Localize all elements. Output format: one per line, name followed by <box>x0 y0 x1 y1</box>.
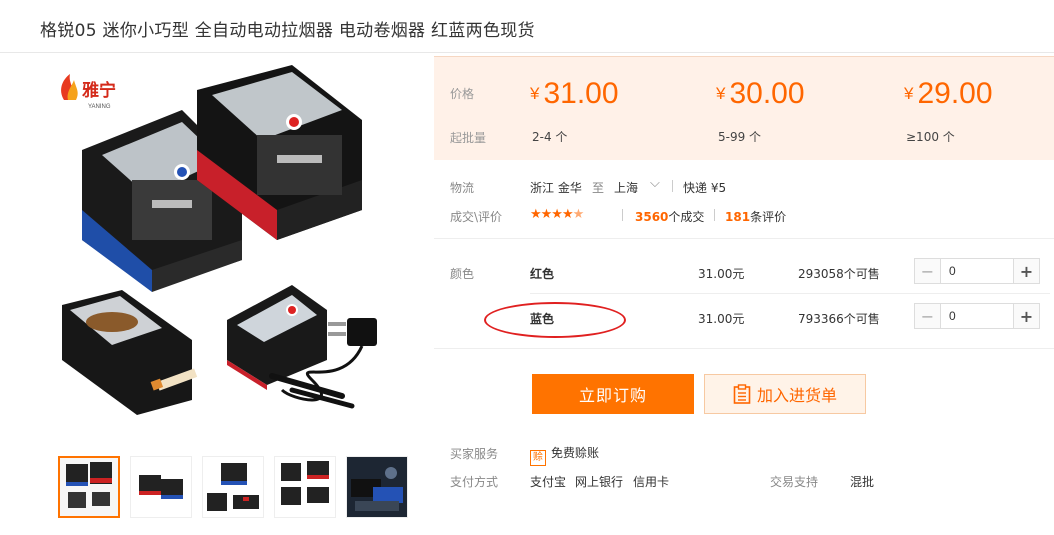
color-option-red: 红色 <box>530 267 555 281</box>
thumbnail-1[interactable] <box>58 456 120 518</box>
product-title: 格锐05 迷你小巧型 全自动电动拉烟器 电动卷烟器 红蓝两色现货 <box>40 21 535 41</box>
rating-stars-icon: ★★★★★ <box>530 207 584 222</box>
credit-badge-icon: 赊 <box>530 450 546 466</box>
trade-support-label: 交易支持 <box>770 475 819 489</box>
decrement-button[interactable]: − <box>915 304 941 328</box>
increment-button[interactable]: + <box>1013 304 1039 328</box>
machine-front-left <box>62 290 198 415</box>
main-product-image[interactable]: 雅宁 YANING <box>42 60 414 430</box>
divider <box>0 52 1054 53</box>
buyer-service-label: 买家服务 <box>450 447 499 461</box>
payment-credit-card: 信用卡 <box>633 475 670 489</box>
price-box: 价格 起批量 ¥31.00 2-4 个 ¥30.00 5-99 个 ¥29.00… <box>434 56 1054 160</box>
review-count[interactable]: 181条评价 <box>725 208 786 225</box>
increment-button[interactable]: + <box>1013 259 1039 283</box>
color-option-red-stock: 293058个可售 <box>798 267 880 281</box>
reviews-label: 成交\评价 <box>450 210 503 224</box>
color-option-red-price: 31.00元 <box>698 267 745 281</box>
divider <box>434 238 1054 239</box>
trade-support-value: 混批 <box>850 475 875 489</box>
quantity-stepper-blue: − + <box>914 303 1040 329</box>
divider <box>714 209 715 221</box>
decrement-button[interactable]: − <box>915 259 941 283</box>
highlight-annotation-oval <box>484 302 626 338</box>
shipping-fee: 快递 ¥5 <box>683 181 727 195</box>
logistics-from: 浙江 金华 <box>530 181 582 195</box>
thumbnail-5[interactable] <box>346 456 408 518</box>
price-tier-1: ¥31.00 <box>530 77 619 110</box>
quantity-input-blue[interactable] <box>941 304 1013 328</box>
payment-label: 支付方式 <box>450 475 499 489</box>
add-to-cart-label: 加入进货单 <box>756 386 837 405</box>
logistics-to-word: 至 <box>592 181 605 195</box>
quantity-stepper-red: − + <box>914 258 1040 284</box>
thumbnail-2[interactable] <box>130 456 192 518</box>
deals-count[interactable]: 3560个成交 <box>635 208 704 225</box>
divider <box>530 293 1050 294</box>
brand-logo: 雅宁 YANING <box>61 74 116 110</box>
logistics-label: 物流 <box>450 181 475 195</box>
divider <box>622 209 623 221</box>
quantity-input-red[interactable] <box>941 259 1013 283</box>
price-tier-3: ¥29.00 <box>904 77 993 110</box>
chevron-down-icon[interactable]: ⌵ <box>650 176 660 191</box>
payment-alipay: 支付宝 <box>530 475 567 489</box>
thumbnail-4[interactable] <box>274 456 336 518</box>
credit-service[interactable]: 赊免费赊账 <box>530 444 599 466</box>
brand-name: 雅宁 <box>81 80 116 100</box>
machine-front-right <box>227 285 327 390</box>
qty-tier-1: 2-4 个 <box>532 130 568 144</box>
payment-online-bank: 网上银行 <box>575 475 624 489</box>
clipboard-list-icon <box>733 384 751 404</box>
color-label: 颜色 <box>450 267 475 281</box>
color-option-blue-stock: 793366个可售 <box>798 312 880 326</box>
divider <box>434 348 1054 349</box>
qty-tier-2: 5-99 个 <box>718 130 762 144</box>
logistics-destination[interactable]: 上海 <box>614 179 638 196</box>
color-option-blue-price: 31.00元 <box>698 312 745 326</box>
price-tier-2: ¥30.00 <box>716 77 805 110</box>
price-label: 价格 <box>450 87 475 101</box>
add-to-cart-button[interactable]: 加入进货单 <box>704 374 866 414</box>
buy-now-button[interactable]: 立即订购 <box>532 374 694 414</box>
brand-sub: YANING <box>88 104 111 110</box>
divider <box>672 180 673 192</box>
moq-label: 起批量 <box>450 131 487 145</box>
thumbnail-strip <box>58 456 408 518</box>
thumbnail-3[interactable] <box>202 456 264 518</box>
qty-tier-3: ≥100 个 <box>906 130 955 144</box>
